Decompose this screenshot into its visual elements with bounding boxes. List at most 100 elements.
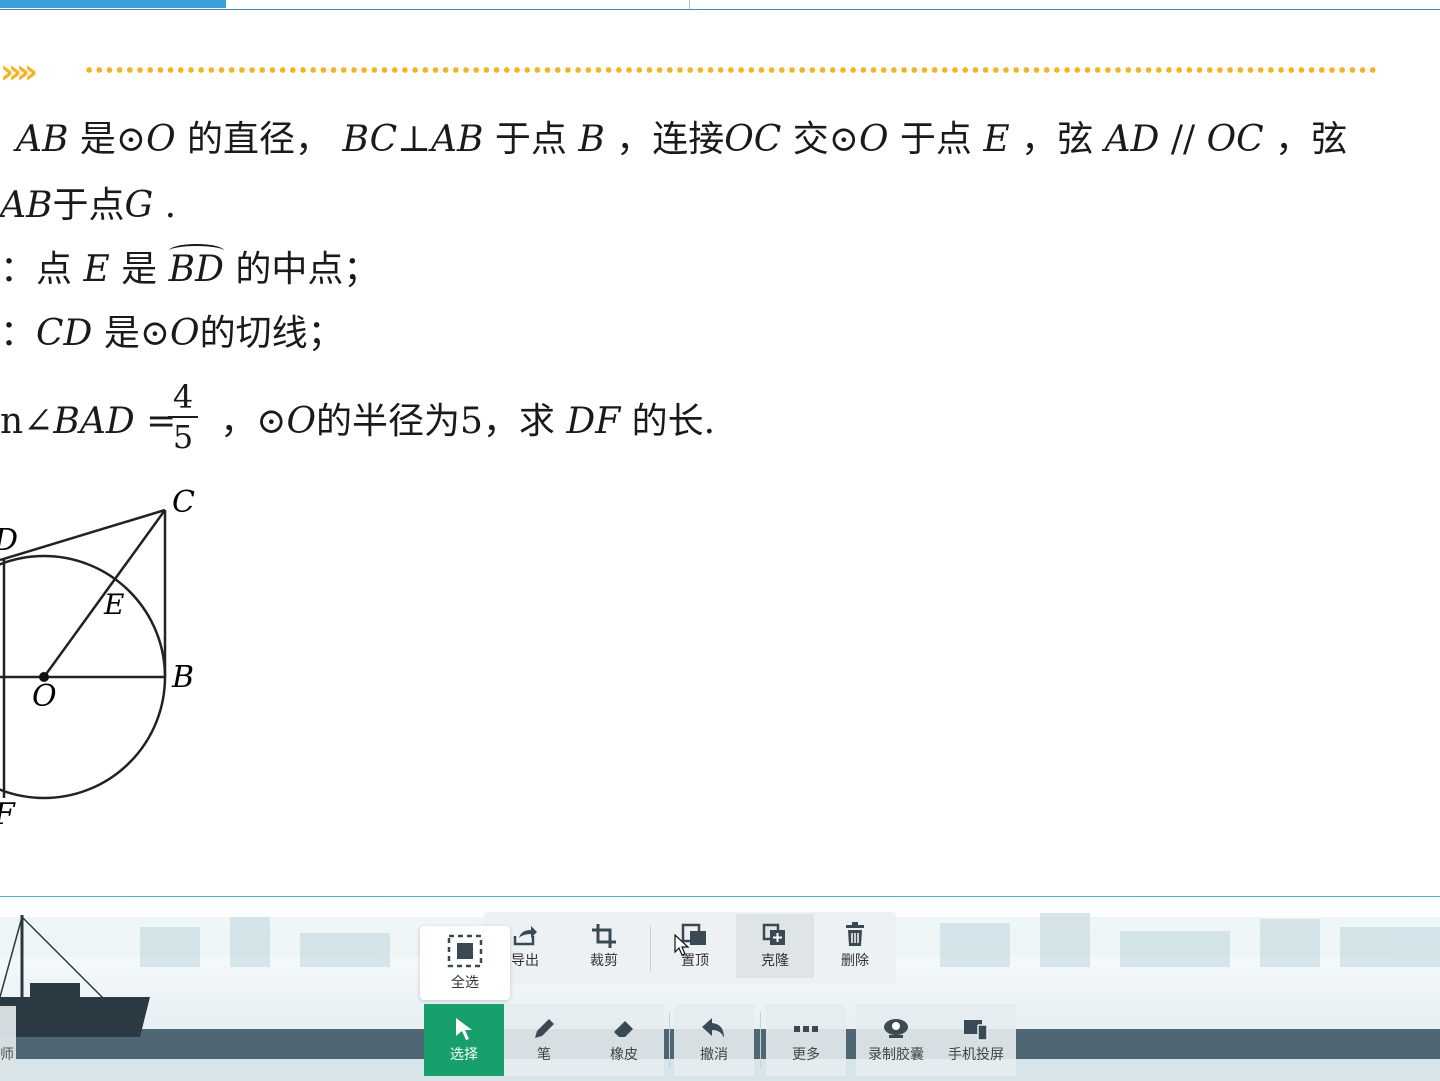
phone-cast-icon [964, 1020, 988, 1041]
delete-label: 删除 [841, 952, 869, 968]
text-run: 于点 [888, 119, 984, 160]
select-tool-button[interactable]: 选择 [424, 1004, 504, 1076]
eraser-tool-button[interactable]: 橡皮 [584, 1004, 664, 1076]
math-term: OC [1206, 119, 1264, 160]
text-run: ，弦 [1263, 119, 1348, 160]
dotted-divider [84, 66, 1378, 74]
segment-cd [0, 508, 166, 562]
math-term: OC [724, 119, 782, 160]
undo-icon [702, 1018, 724, 1038]
left-side-tab[interactable]: 师 [0, 1006, 16, 1072]
arc-term: BD [168, 244, 224, 290]
undo-button[interactable]: 撤消 [674, 1004, 754, 1076]
math-term: BAD [53, 401, 135, 442]
label-c: C [172, 485, 195, 520]
text-run: ，弦 [1009, 119, 1105, 160]
math-term: AB [0, 185, 53, 226]
phone-cast-button[interactable]: 手机投屏 [936, 1004, 1016, 1076]
left-tab-label: 师 [0, 1046, 14, 1062]
bring-to-top-label: 置顶 [681, 952, 709, 968]
delete-button[interactable]: 删除 [820, 914, 890, 978]
arc-mark [168, 244, 224, 258]
clone-button[interactable]: 克隆 [736, 914, 814, 978]
bring-to-top-button[interactable]: 置顶 [660, 914, 730, 978]
text-run: 于点 [52, 185, 125, 226]
math-term: O [858, 119, 889, 160]
text-run: . [153, 185, 177, 226]
select-all-button[interactable]: 全选 [420, 926, 510, 1000]
more-button[interactable]: 更多 [766, 1004, 846, 1076]
math-term: AD [1104, 119, 1160, 160]
eraser-tool-label: 橡皮 [610, 1046, 638, 1062]
top-tab-bar [0, 0, 1440, 10]
math-term: O [286, 401, 316, 442]
record-capsule-label: 录制胶囊 [868, 1046, 924, 1062]
text-run: 交⊙ [781, 119, 859, 160]
fraction-numerator: 4 [172, 378, 194, 416]
clone-icon [762, 923, 785, 945]
math-term: AB [16, 119, 69, 160]
math-term: O [170, 313, 200, 354]
trash-icon [846, 922, 864, 946]
text-run: ： [0, 313, 37, 354]
undo-label: 撤消 [700, 1046, 728, 1062]
math-term: AB [431, 119, 484, 160]
text-run: n∠ [0, 401, 54, 442]
problem-line-2: AB于点G . [0, 186, 176, 226]
text-run: // [1159, 119, 1207, 160]
text-run: 的切线； [199, 313, 344, 354]
text-run: 的半径为5，求 [315, 401, 567, 442]
pen-icon [535, 1019, 554, 1038]
math-term: E [983, 119, 1010, 160]
toolbar-divider [669, 1012, 670, 1068]
more-label: 更多 [792, 1046, 820, 1062]
text-run: 于点 [483, 119, 579, 160]
math-term: O [146, 119, 176, 160]
label-b: B [171, 660, 194, 695]
pen-tool-label: 笔 [537, 1046, 551, 1062]
text-run: 的长. [620, 401, 716, 442]
math-term: G [124, 185, 154, 226]
problem-part-3: n∠BAD = ，⊙O的半径为5，求 DF 的长. [0, 402, 715, 442]
math-term: E [83, 249, 110, 290]
fraction: 4 5 [166, 380, 200, 454]
text-run: 是⊙ [92, 313, 171, 354]
math-term: B [578, 119, 605, 160]
select-all-icon [447, 934, 483, 968]
math-term: DF [566, 401, 621, 442]
eraser-icon [614, 1021, 633, 1037]
geometry-figure: C D E B O F [0, 485, 195, 832]
label-d: D [0, 523, 18, 558]
tab-separator [689, 0, 690, 9]
active-tab-indicator[interactable] [0, 0, 226, 8]
crop-button[interactable]: 裁剪 [569, 914, 639, 978]
record-capsule-button[interactable]: 录制胶囊 [856, 1004, 936, 1076]
problem-part-1: ：点 E 是 BD 的中点； [0, 244, 380, 290]
text-run: ：点 [0, 249, 84, 290]
pen-tool-button[interactable]: 笔 [504, 1004, 584, 1076]
select-all-label: 全选 [451, 974, 479, 990]
toolbar-divider [760, 1012, 761, 1068]
more-dots-icon [794, 1026, 818, 1032]
problem-part-2: ：CD 是⊙O的切线； [0, 314, 344, 354]
crop-icon [592, 924, 616, 948]
cursor-arrow-icon [456, 1018, 472, 1040]
problem-line-1: AB 是⊙O 的直径， BC⊥AB 于点 B ，连接OC 交⊙O 于点 E ，弦… [16, 120, 1347, 160]
clone-label: 克隆 [761, 952, 789, 968]
crop-label: 裁剪 [590, 952, 618, 968]
math-term: CD [36, 313, 93, 354]
text-run: 是⊙ [68, 119, 147, 160]
text-run: 是 [109, 249, 169, 290]
mouse-pointer-icon [674, 934, 690, 956]
fraction-denominator: 5 [172, 418, 194, 456]
label-f: F [0, 797, 16, 832]
label-e: E [103, 588, 124, 621]
export-icon [513, 926, 537, 946]
text-run: ⊥ [397, 119, 432, 160]
text-run: 的直径， [175, 119, 332, 160]
chevron-decoration-icon: ›››› [0, 52, 38, 92]
select-tool-label: 选择 [450, 1046, 478, 1062]
record-capsule-icon [884, 1019, 908, 1038]
math-term: BC [342, 119, 398, 160]
text-run: 的中点； [223, 249, 380, 290]
